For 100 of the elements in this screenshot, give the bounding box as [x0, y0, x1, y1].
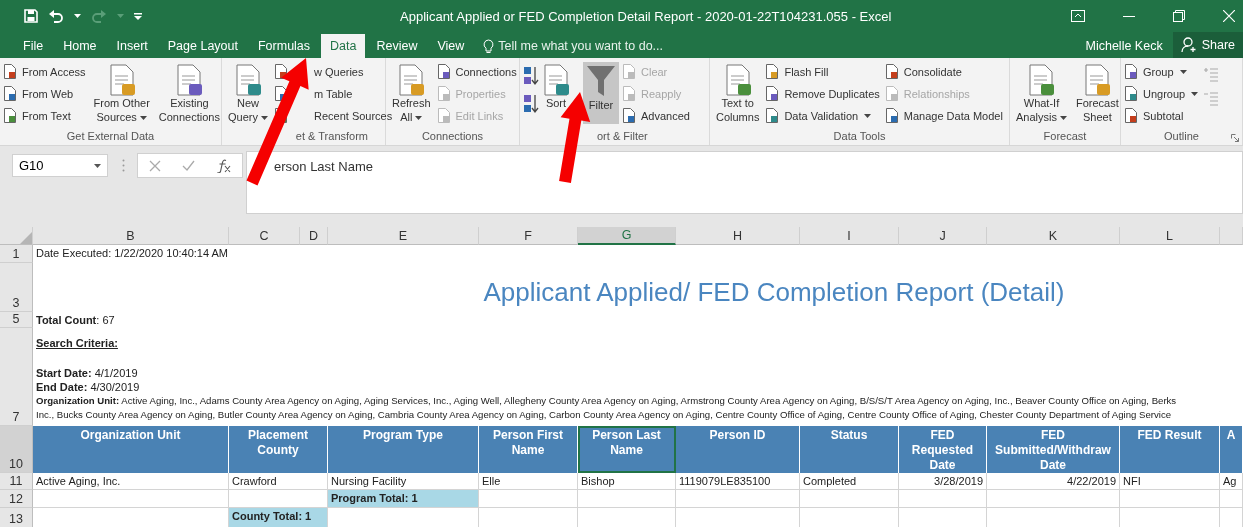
document-icon: [884, 64, 899, 79]
ribbon-button[interactable]: From Access: [20, 62, 88, 81]
ribbon-button[interactable]: What-If Analysis: [1013, 62, 1070, 127]
table-cell: 4/22/2019: [987, 473, 1120, 490]
column-header[interactable]: D: [300, 227, 328, 245]
caret-icon: [94, 163, 101, 168]
document-icon: [765, 86, 780, 101]
formula-field[interactable]: erson Last Name: [246, 151, 1243, 214]
column-header[interactable]: F: [479, 227, 578, 245]
share-button[interactable]: Share: [1172, 32, 1243, 58]
dialog-launcher-icon[interactable]: [1231, 134, 1239, 142]
sort-ascending-icon[interactable]: [523, 66, 539, 86]
document-icon: [1027, 64, 1056, 96]
ribbon-tab[interactable]: Formulas: [248, 34, 320, 58]
group-label: Data Tools: [833, 130, 886, 142]
ribbon-button[interactable]: Subtotal: [1141, 106, 1186, 125]
total-cell: County Total: 1: [229, 508, 328, 527]
ribbon-tab[interactable]: Insert: [107, 34, 157, 58]
ribbon-button[interactable]: Remove Duplicates: [782, 84, 882, 103]
table-cell: Elle: [479, 473, 578, 490]
caret-icon: [117, 14, 124, 18]
ribbon-button[interactable]: New Query: [225, 62, 271, 127]
column-header[interactable]: C: [229, 227, 300, 245]
ribbon-button[interactable]: Filter: [583, 62, 619, 124]
undo-icon[interactable]: [48, 9, 64, 23]
column-heading: FED Result: [1120, 426, 1220, 473]
separator-icon: [122, 159, 125, 172]
ribbon-button[interactable]: m Table: [311, 84, 355, 103]
group-label: Get External Data: [66, 130, 155, 142]
ribbon-button[interactable]: w Queries: [311, 62, 366, 81]
ribbon-tab[interactable]: Page Layout: [158, 34, 247, 58]
sort-descending-icon[interactable]: [523, 94, 539, 114]
ribbon-button[interactable]: From Text: [20, 106, 73, 125]
row-header[interactable]: 3: [0, 263, 33, 312]
ribbon-tab[interactable]: Data: [321, 34, 366, 58]
ribbon-button[interactable]: From Web: [20, 84, 76, 103]
lightbulb-icon: [483, 38, 495, 54]
column-heading: Person First Name: [479, 426, 578, 473]
column-header[interactable]: J: [899, 227, 987, 245]
document-icon: [436, 86, 451, 101]
user-name: Michelle Keck: [1085, 38, 1163, 55]
table-cell: Bishop: [578, 473, 676, 490]
document-icon: [542, 64, 570, 96]
save-icon[interactable]: [24, 9, 38, 23]
column-header[interactable]: B: [33, 227, 229, 245]
document-icon: [884, 108, 899, 123]
column-header[interactable]: K: [987, 227, 1120, 245]
ribbon-button[interactable]: Group: [1141, 62, 1189, 81]
ribbon-button[interactable]: From Other Sources: [90, 62, 153, 127]
column-header[interactable]: H: [676, 227, 800, 245]
document-icon: [234, 64, 262, 96]
ribbon-button[interactable]: Consolidate: [901, 62, 964, 81]
group-label: Outline: [1164, 130, 1199, 142]
row-header[interactable]: 11: [0, 473, 33, 490]
row-header[interactable]: 5: [0, 312, 33, 328]
report-title: Applicant Applied/ FED Completion Report (Detail): [482, 277, 1066, 309]
ribbon-button[interactable]: Text to Columns: [713, 62, 763, 127]
customize-icon[interactable]: [134, 12, 142, 20]
ribbon-display-icon[interactable]: [1071, 10, 1085, 22]
group-label: ort & Filter: [597, 130, 648, 142]
ribbon-button[interactable]: Data Validation: [782, 106, 874, 125]
tell-me-field[interactable]: Tell me what you want to do...: [498, 39, 663, 53]
column-heading: A: [1220, 426, 1243, 473]
restore-icon[interactable]: [1173, 10, 1185, 22]
column-header[interactable]: G: [578, 227, 676, 245]
row-header[interactable]: 7: [0, 328, 33, 426]
row-header[interactable]: 1: [0, 245, 33, 263]
document-icon: [622, 64, 636, 79]
ribbon-button[interactable]: Recent Sources: [311, 106, 395, 125]
ribbon-tab[interactable]: Review: [367, 34, 427, 58]
ribbon-tab[interactable]: Home: [54, 34, 106, 58]
column-header[interactable]: I: [800, 227, 899, 245]
insert-function-icon[interactable]: [215, 158, 232, 173]
cell-text: Total Count: 67: [35, 313, 116, 328]
column-header[interactable]: E: [328, 227, 479, 245]
criteria-line: End Date: 4/30/2019: [36, 381, 140, 393]
row-header[interactable]: 12: [0, 490, 33, 508]
ribbon-button[interactable]: Manage Data Model: [901, 106, 1005, 125]
document-icon: [436, 64, 451, 79]
document-icon: [723, 64, 752, 96]
ribbon-button[interactable]: Flash Fill: [782, 62, 831, 81]
ribbon-button[interactable]: Advanced: [639, 106, 692, 125]
ribbon-button[interactable]: Connections: [453, 62, 519, 81]
name-box[interactable]: G10: [12, 154, 108, 177]
ribbon-button[interactable]: Existing Connections: [155, 62, 223, 127]
cell-text: Date Executed: 1/22/2020 10:40:14 AM: [35, 246, 230, 261]
document-icon: [175, 64, 204, 96]
criteria-line: Inc., Bucks County Area Agency on Aging, Butler County Area Agency on Aging, Cambria County Area Agency on Aging, Carbon County Area Agency on Aging, Centre County Office of Aging, Centre County Office of Aging, Chester County Department of Aging Service: [36, 409, 1172, 420]
ribbon-tab[interactable]: File: [14, 34, 53, 58]
document-icon: [1083, 64, 1112, 96]
ribbon-button[interactable]: Ungroup: [1141, 84, 1201, 103]
row-header[interactable]: 13: [0, 508, 33, 527]
column-heading: FED Submitted/Withdraw Date: [987, 426, 1120, 473]
document-icon: [1124, 86, 1138, 101]
ribbon-tab[interactable]: View: [428, 34, 474, 58]
ribbon-button[interactable]: Forecast Sheet: [1072, 62, 1122, 127]
close-icon[interactable]: [1223, 10, 1235, 22]
column-header[interactable]: L: [1120, 227, 1220, 245]
caret-icon: [74, 14, 81, 18]
row-header[interactable]: 10: [0, 426, 33, 473]
